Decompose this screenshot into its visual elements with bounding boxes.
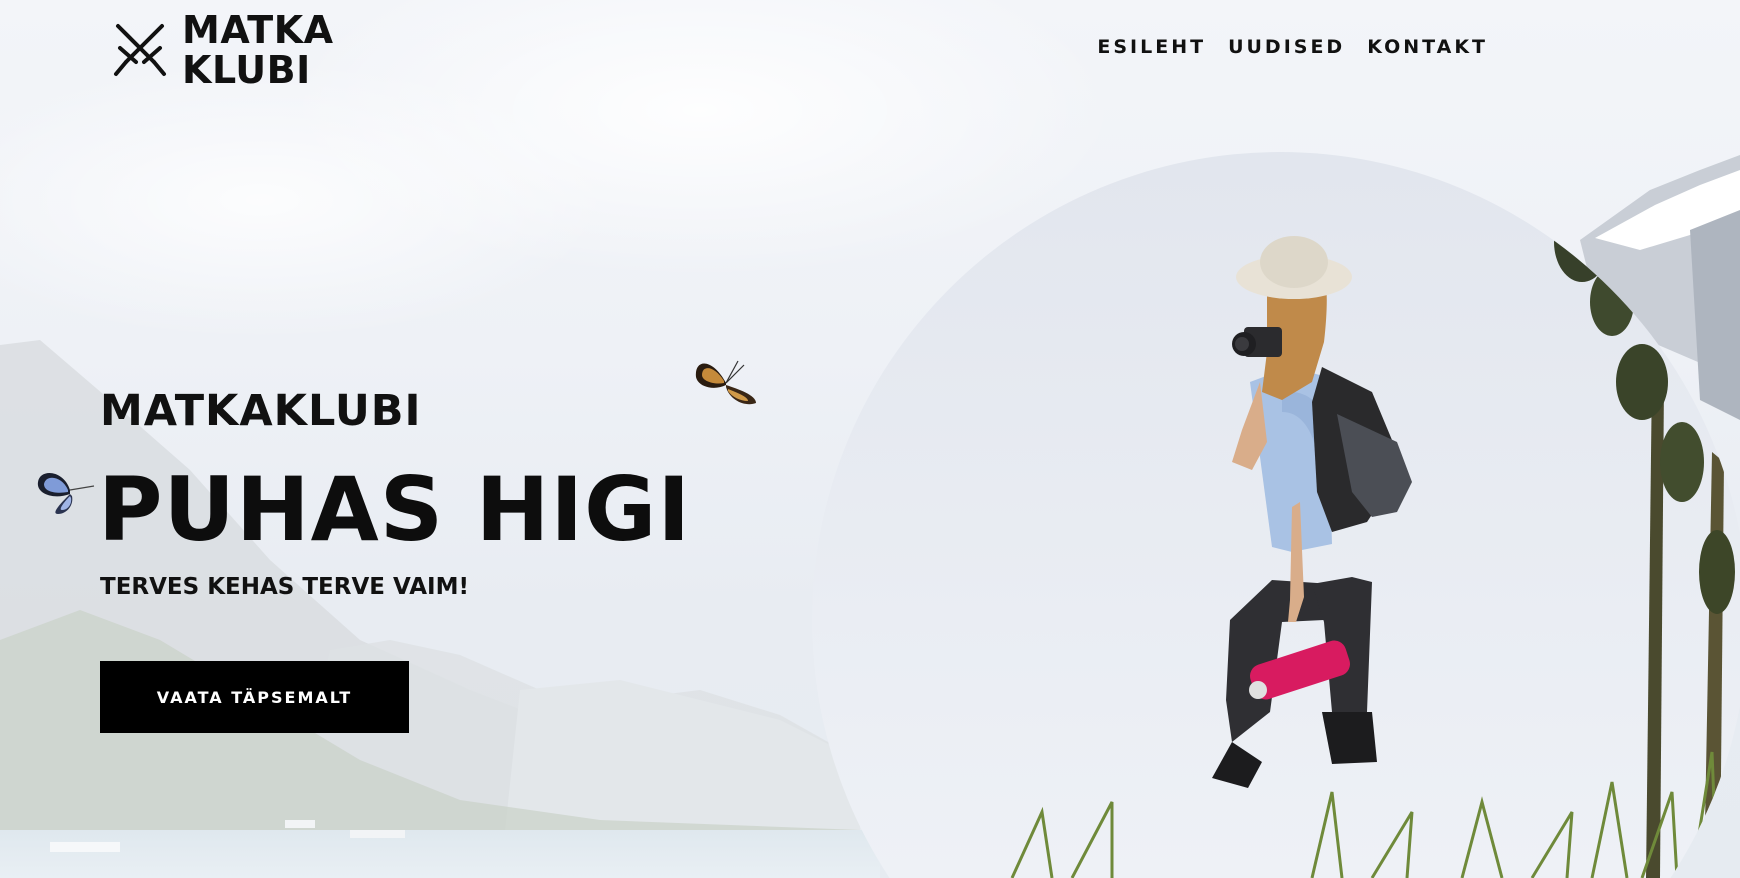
nav-item-kontakt[interactable]: KONTAKT (1367, 36, 1488, 58)
read-more-button[interactable]: VAATA TÄPSEMALT (100, 661, 409, 733)
logo-line-1: MATKA (182, 8, 334, 52)
logo-line-2: KLUBI (182, 48, 311, 92)
main-nav: ESILEHT UUDISED KONTAKT (1097, 36, 1488, 58)
hero-subline: TERVES KEHAS TERVE VAIM! (100, 574, 469, 600)
hiker-photo-circle (812, 152, 1740, 878)
blue-butterfly-icon (37, 472, 95, 514)
hero-section (0, 0, 1740, 878)
hero-kicker: MATKAKLUBI (100, 386, 422, 436)
crossed-swords-icon (114, 24, 166, 76)
logo-text: MATKA KLUBI (182, 10, 334, 90)
hero-headline: PUHAS HIGI (98, 458, 692, 561)
brown-butterfly-icon (695, 360, 756, 405)
nav-item-uudised[interactable]: UUDISED (1228, 36, 1345, 58)
nav-item-esileht[interactable]: ESILEHT (1097, 36, 1206, 58)
site-logo[interactable]: MATKA KLUBI (108, 10, 334, 90)
